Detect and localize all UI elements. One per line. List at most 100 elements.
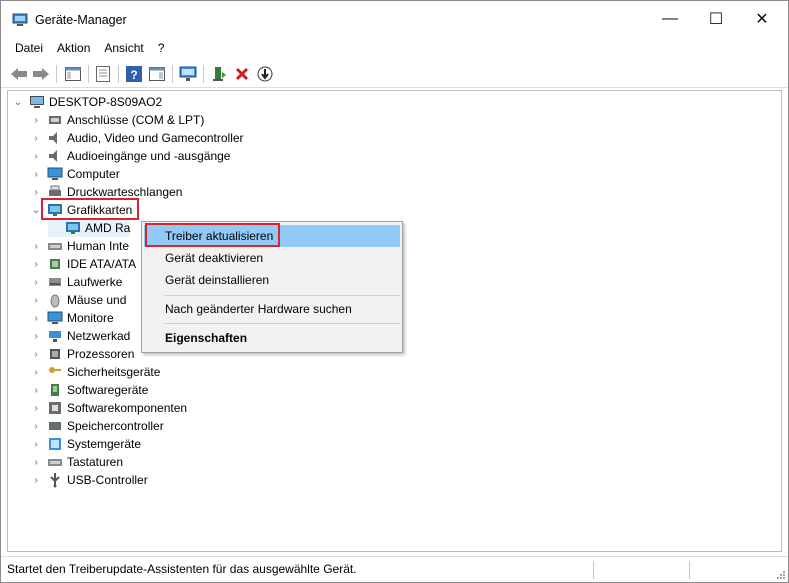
uninstall-device-button[interactable] bbox=[232, 64, 252, 84]
chevron-down-icon[interactable]: ⌄ bbox=[12, 93, 24, 111]
uninstall-device-icon bbox=[235, 67, 249, 81]
tree-item-label: Systemgeräte bbox=[67, 437, 142, 451]
chevron-right-icon[interactable]: › bbox=[30, 237, 42, 255]
menu-item-label: Eigenschaften bbox=[165, 331, 248, 345]
tree-category-item[interactable]: › Tastaturen bbox=[30, 453, 123, 471]
minimize-icon: — bbox=[662, 10, 678, 27]
port-icon bbox=[49, 116, 61, 124]
device-icon bbox=[51, 384, 59, 396]
scan-hardware-button[interactable] bbox=[178, 64, 198, 84]
tree-category-item[interactable]: › Prozessoren bbox=[30, 345, 134, 363]
chevron-right-icon[interactable]: › bbox=[30, 273, 42, 291]
tree-category-item[interactable]: › Systemgeräte bbox=[30, 435, 141, 453]
tree-root-label: DESKTOP-8S09AO2 bbox=[49, 95, 163, 109]
tree-category-item[interactable]: › Anschlüsse (COM & LPT) bbox=[30, 111, 204, 129]
action-pane-button[interactable] bbox=[147, 64, 167, 84]
resize-grip-icon[interactable] bbox=[776, 570, 786, 580]
tree-item-label: Sicherheitsgeräte bbox=[67, 365, 161, 379]
menu-aktion[interactable]: Aktion bbox=[50, 37, 97, 59]
computer-icon bbox=[30, 96, 44, 108]
update-driver-icon bbox=[213, 67, 226, 81]
forward-icon bbox=[33, 68, 49, 80]
status-divider bbox=[593, 561, 594, 579]
show-hide-console-tree-icon bbox=[65, 67, 81, 81]
minimize-button[interactable]: — bbox=[647, 1, 693, 37]
tree-item-label: Tastaturen bbox=[67, 455, 124, 469]
device-manager-window: Geräte-Manager — ☐ ✕ Datei Aktion Ansich… bbox=[0, 0, 789, 583]
tree-item-label: IDE ATA/ATA bbox=[67, 257, 137, 271]
chevron-right-icon[interactable]: › bbox=[30, 165, 42, 183]
window-title: Geräte-Manager bbox=[35, 13, 127, 27]
system-icon bbox=[49, 438, 61, 450]
tree-category-item[interactable]: › IDE ATA/ATA bbox=[30, 255, 136, 273]
menu-datei[interactable]: Datei bbox=[8, 37, 50, 59]
maximize-button[interactable]: ☐ bbox=[693, 1, 739, 37]
tree-category-item[interactable]: › Monitore bbox=[30, 309, 113, 327]
tree-root[interactable]: ⌄ DESKTOP-8S09AO2 bbox=[12, 93, 162, 111]
menu-help[interactable]: ? bbox=[151, 37, 172, 59]
properties-button[interactable] bbox=[93, 64, 113, 84]
chevron-right-icon[interactable]: › bbox=[30, 345, 42, 363]
tree-item-label: Netzwerkad bbox=[67, 329, 131, 343]
tree-category-item[interactable]: › Mäuse und bbox=[30, 291, 126, 309]
title-bar[interactable]: Geräte-Manager — ☐ ✕ bbox=[1, 1, 788, 37]
display-adapter-icon bbox=[66, 222, 80, 234]
chevron-right-icon[interactable]: › bbox=[30, 435, 42, 453]
keyboard-icon bbox=[48, 459, 62, 466]
update-driver-button[interactable] bbox=[209, 64, 229, 84]
tree-category-item[interactable]: › Human Inte bbox=[30, 237, 129, 255]
chevron-right-icon[interactable]: › bbox=[30, 291, 42, 309]
properties-icon bbox=[96, 66, 110, 82]
chevron-right-icon[interactable]: › bbox=[30, 111, 42, 129]
tree-category-item[interactable]: › Computer bbox=[30, 165, 120, 183]
tree-item-label: Mäuse und bbox=[67, 293, 127, 307]
tree-category-item[interactable]: › USB-Controller bbox=[30, 471, 148, 489]
chevron-right-icon[interactable]: › bbox=[30, 471, 42, 489]
chevron-right-icon[interactable]: › bbox=[30, 417, 42, 435]
tree-category-item[interactable]: › Netzwerkad bbox=[30, 327, 130, 345]
disable-device-button[interactable] bbox=[255, 64, 275, 84]
menu-item-geraet-deinstallieren[interactable]: Gerät deinstallieren bbox=[144, 269, 400, 291]
back-button[interactable] bbox=[9, 64, 29, 84]
speaker-icon bbox=[49, 150, 57, 162]
back-icon bbox=[11, 68, 27, 80]
menu-item-label: Nach geänderter Hardware suchen bbox=[165, 302, 352, 316]
svg-text:?: ? bbox=[130, 68, 137, 82]
chevron-right-icon[interactable]: › bbox=[30, 309, 42, 327]
tree-item-label: Computer bbox=[67, 167, 120, 181]
chevron-right-icon[interactable]: › bbox=[30, 381, 42, 399]
chevron-right-icon[interactable]: › bbox=[30, 255, 42, 273]
menu-item-geraet-deaktivieren[interactable]: Gerät deaktivieren bbox=[144, 247, 400, 269]
tree-category-item[interactable]: › Softwaregeräte bbox=[30, 381, 148, 399]
console-tree-button[interactable] bbox=[63, 64, 83, 84]
menu-item-eigenschaften[interactable]: Eigenschaften bbox=[144, 327, 400, 349]
close-icon: ✕ bbox=[755, 11, 769, 28]
close-button[interactable]: ✕ bbox=[739, 1, 785, 37]
menu-ansicht[interactable]: Ansicht bbox=[97, 37, 150, 59]
tree-item-label: AMD Ra bbox=[85, 221, 131, 235]
tree-category-item[interactable]: › Softwarekomponenten bbox=[30, 399, 187, 417]
maximize-icon: ☐ bbox=[708, 11, 724, 28]
help-button[interactable]: ? bbox=[124, 64, 144, 84]
tree-category-item[interactable]: › Sicherheitsgeräte bbox=[30, 363, 160, 381]
chevron-right-icon[interactable]: › bbox=[30, 129, 42, 147]
forward-button[interactable] bbox=[31, 64, 51, 84]
tree-category-item[interactable]: › Audioeingänge und -ausgänge bbox=[30, 147, 230, 165]
menu-separator bbox=[164, 323, 400, 324]
chevron-right-icon[interactable]: › bbox=[30, 147, 42, 165]
chevron-right-icon[interactable]: › bbox=[30, 363, 42, 381]
action-pane-icon bbox=[149, 67, 165, 81]
tree-category-item[interactable]: › Speichercontroller bbox=[30, 417, 163, 435]
chevron-right-icon[interactable]: › bbox=[30, 399, 42, 417]
tree-item-label: Anschlüsse (COM & LPT) bbox=[67, 113, 205, 127]
chevron-right-icon[interactable]: › bbox=[30, 327, 42, 345]
tree-category-item[interactable]: › Audio, Video und Gamecontroller bbox=[30, 129, 243, 147]
chevron-right-icon[interactable]: › bbox=[30, 453, 42, 471]
processor-icon bbox=[50, 349, 60, 359]
monitor-icon bbox=[47, 167, 63, 180]
tree-device-item[interactable]: AMD Ra bbox=[48, 219, 131, 237]
tree-item-label: Laufwerke bbox=[67, 275, 123, 289]
tree-category-item[interactable]: › Laufwerke bbox=[30, 273, 122, 291]
menu-item-hardware-suchen[interactable]: Nach geänderter Hardware suchen bbox=[144, 298, 400, 320]
treiber-aktualisieren-highlight bbox=[145, 223, 280, 247]
